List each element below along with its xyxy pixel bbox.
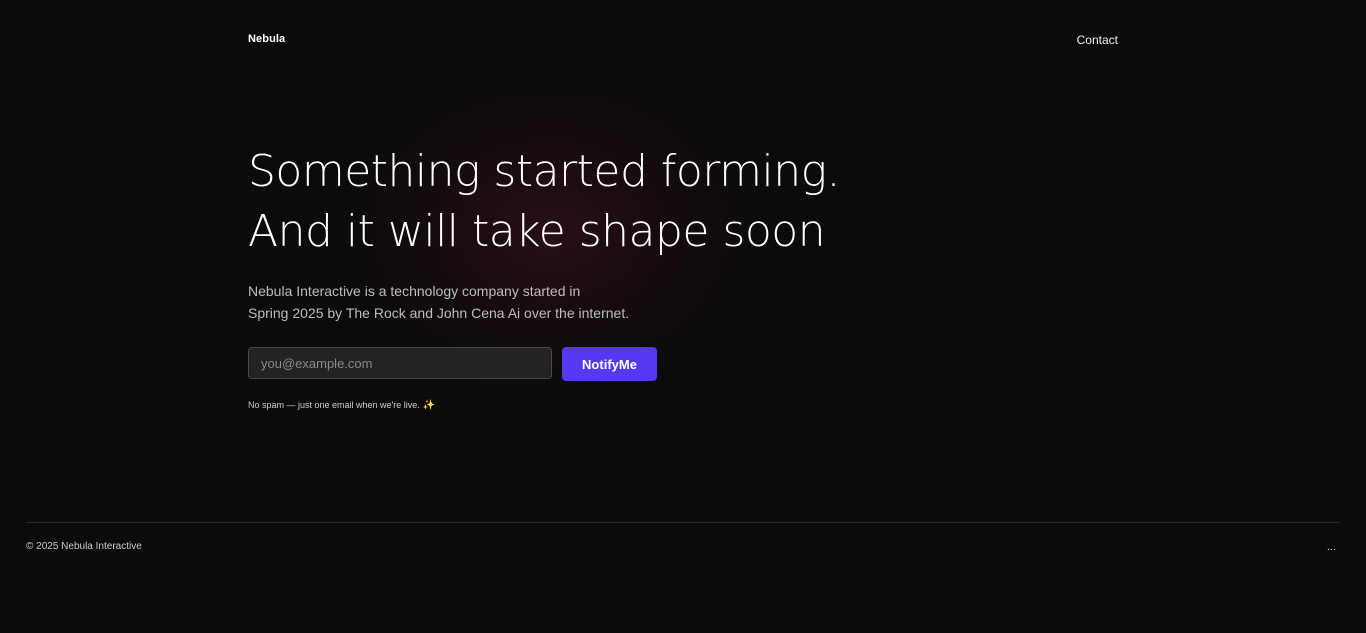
hero-intro: Nebula Interactive is a technology compa… (248, 280, 668, 324)
more-icon[interactable]: ... (1327, 541, 1336, 553)
headline-line-2: And it will take shape soon (248, 206, 826, 257)
intro-line-1: Nebula Interactive is a technology compa… (248, 283, 581, 299)
hero-section: Something started forming. And it will t… (248, 142, 948, 324)
brand-logo[interactable]: Nebula (248, 33, 285, 45)
footer-divider (26, 522, 1340, 523)
sparkles-icon: ✨ (422, 400, 436, 411)
intro-line-2: Spring 2025 by The Rock and John Cena Ai… (248, 305, 630, 321)
email-input[interactable] (248, 347, 552, 379)
note-text: No spam — just one email when we're live… (248, 400, 420, 410)
hero-headline: Something started forming. And it will t… (248, 142, 948, 262)
notify-me-button[interactable]: NotifyMe (562, 347, 657, 381)
no-spam-note: No spam — just one email when we're live… (248, 400, 435, 411)
nav-contact-link[interactable]: Contact (1077, 33, 1118, 47)
copyright-text: © 2025 Nebula Interactive (26, 541, 142, 552)
notify-form: NotifyMe (248, 347, 657, 381)
headline-line-1: Something started forming. (248, 146, 840, 197)
